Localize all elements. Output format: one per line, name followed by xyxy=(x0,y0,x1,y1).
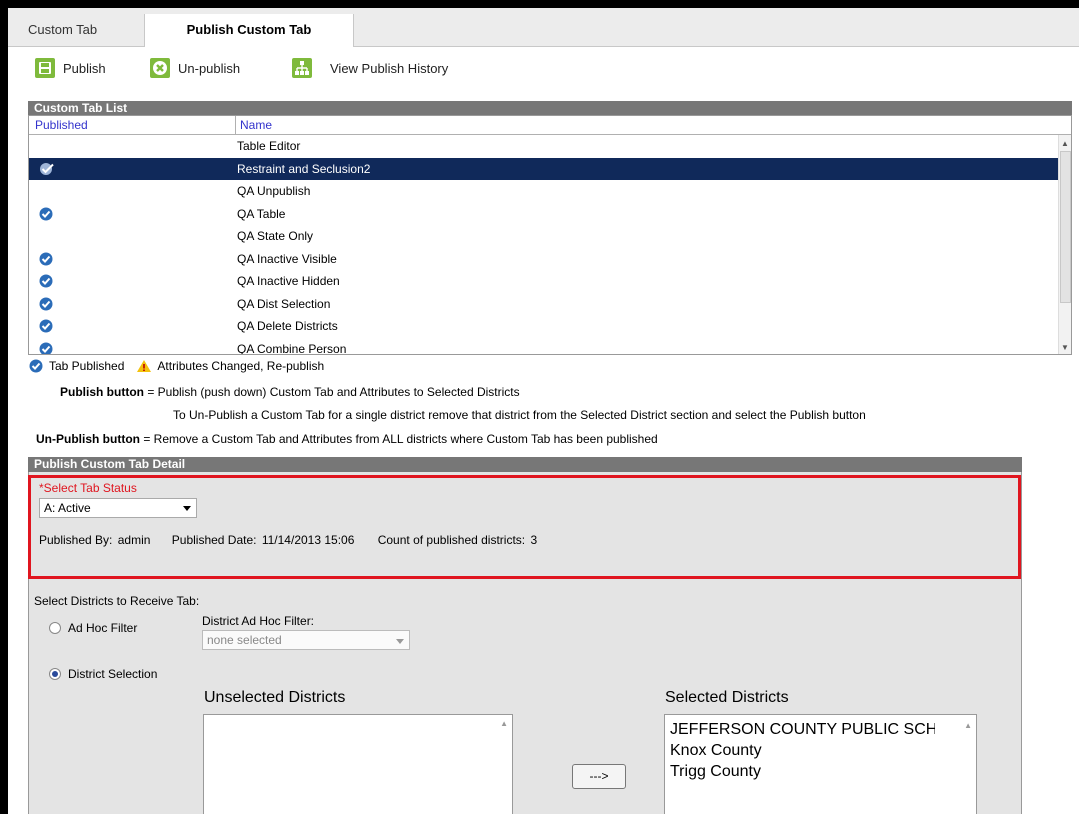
legend-tab-published: Tab Published xyxy=(49,359,125,373)
published-by-label: Published By: xyxy=(39,533,113,547)
table-row[interactable]: QA Unpublish xyxy=(29,180,1059,202)
select-districts-label: Select Districts to Receive Tab: xyxy=(34,594,200,608)
selected-districts-title: Selected Districts xyxy=(665,689,789,706)
hierarchy-icon xyxy=(292,58,312,78)
table-row[interactable]: QA Table xyxy=(29,203,1059,225)
list-rows: Table Editor Restraint and Seclusion2 QA U… xyxy=(29,135,1059,355)
district-adhoc-filter-select[interactable]: none selected xyxy=(202,630,410,650)
scroll-up-icon[interactable]: ▲ xyxy=(1061,139,1069,148)
column-name[interactable]: Name xyxy=(235,116,272,134)
published-by-value: admin xyxy=(117,533,151,547)
publish-detail-header: Publish Custom Tab Detail xyxy=(28,457,1022,472)
adhoc-filter-radio-label: Ad Hoc Filter xyxy=(68,621,138,635)
scroll-down-icon[interactable]: ▼ xyxy=(1061,343,1069,352)
adhoc-filter-radio[interactable] xyxy=(49,622,61,634)
district-adhoc-filter-label: District Ad Hoc Filter: xyxy=(202,614,315,628)
tab-status-value: A: Active xyxy=(44,501,91,515)
column-published[interactable]: Published xyxy=(35,118,88,132)
list-item[interactable]: Trigg County xyxy=(670,761,935,782)
count-published-value: 3 xyxy=(530,533,538,547)
list-item[interactable]: JEFFERSON COUNTY PUBLIC SCHOOLS xyxy=(670,719,935,740)
published-check-icon xyxy=(39,274,53,288)
chevron-down-icon xyxy=(183,506,191,511)
publish-label: Publish xyxy=(63,60,106,76)
table-row[interactable]: QA State Only xyxy=(29,225,1059,247)
highlight-box xyxy=(28,475,1021,579)
view-publish-history-label: View Publish History xyxy=(330,60,449,76)
published-check-icon xyxy=(39,207,53,221)
scroll-up-icon[interactable]: ▲ xyxy=(964,721,972,730)
help-publish-label: Publish button xyxy=(60,385,144,399)
save-icon xyxy=(35,58,55,78)
district-selection-radio-label: District Selection xyxy=(68,667,158,681)
row-name: QA Dist Selection xyxy=(237,296,331,311)
row-name: Table Editor xyxy=(237,139,301,153)
row-name: QA Unpublish xyxy=(237,184,311,198)
published-date-label: Published Date: xyxy=(171,533,257,547)
count-published-label: Count of published districts: xyxy=(377,533,526,547)
legend-attributes-changed: Attributes Changed, Re-publish xyxy=(157,359,325,373)
row-name: QA Inactive Hidden xyxy=(237,274,340,288)
unpublish-button[interactable]: Un-publish xyxy=(150,57,240,79)
check-circle-icon xyxy=(29,359,43,373)
row-name: QA State Only xyxy=(237,229,314,243)
move-right-button[interactable]: ---> xyxy=(572,764,626,789)
table-row[interactable]: QA Inactive Visible xyxy=(29,248,1059,270)
published-date-value: 11/14/2013 15:06 xyxy=(261,533,355,547)
help-unpublish-single: To Un-Publish a Custom Tab for a single … xyxy=(173,408,866,422)
app-window: Custom Tab Publish Custom Tab Publish Un… xyxy=(8,8,1079,814)
unselected-districts-title: Unselected Districts xyxy=(204,689,346,706)
scroll-up-icon[interactable]: ▲ xyxy=(500,719,508,728)
district-selection-radio[interactable] xyxy=(49,668,61,680)
list-item[interactable]: Knox County xyxy=(670,740,935,761)
scrollbar-thumb[interactable] xyxy=(1060,151,1071,303)
unselected-districts-list[interactable]: ▲ xyxy=(203,714,513,814)
help-publish: Publish button = Publish (push down) Cus… xyxy=(60,385,520,399)
table-row[interactable]: Restraint and Seclusion2 xyxy=(29,157,1059,180)
selected-districts-list[interactable]: JEFFERSON COUNTY PUBLIC SCHOOLSKnox Coun… xyxy=(664,714,977,814)
selected-districts-items: JEFFERSON COUNTY PUBLIC SCHOOLSKnox Coun… xyxy=(670,719,935,782)
help-unpublish: Un-Publish button = Remove a Custom Tab … xyxy=(36,432,658,446)
legend: Tab Published Attributes Changed, Re-pub… xyxy=(29,359,324,373)
warning-icon xyxy=(137,360,152,372)
published-info: Published By: admin Published Date: 11/1… xyxy=(39,533,537,547)
tab-status-label: *Select Tab Status xyxy=(39,481,137,495)
row-name: QA Inactive Visible xyxy=(237,251,337,266)
published-check-icon xyxy=(39,342,53,354)
help-unpublish-text: = Remove a Custom Tab and Attributes fro… xyxy=(139,432,658,446)
table-row[interactable]: QA Dist Selection xyxy=(29,293,1059,315)
tab-status-select[interactable]: A: Active xyxy=(39,498,197,518)
row-name: QA Combine Person xyxy=(237,341,347,355)
unpublish-label: Un-publish xyxy=(178,60,241,76)
row-name: QA Delete Districts xyxy=(237,319,338,333)
table-row[interactable]: QA Delete Districts xyxy=(29,315,1059,337)
cancel-icon xyxy=(150,58,170,78)
toolbar: Publish Un-publish View Publish History xyxy=(8,47,1079,91)
help-publish-text: = Publish (push down) Custom Tab and Att… xyxy=(143,385,520,399)
table-row[interactable]: QA Inactive Hidden xyxy=(29,270,1059,292)
published-check-icon xyxy=(39,297,53,311)
published-check-icon xyxy=(39,319,53,333)
published-check-icon xyxy=(39,252,53,266)
table-row[interactable]: Table Editor xyxy=(29,135,1059,157)
publish-button[interactable]: Publish xyxy=(35,57,106,79)
chevron-down-icon xyxy=(396,639,404,644)
tab-bar: Custom Tab Publish Custom Tab xyxy=(8,8,1079,47)
table-row[interactable]: QA Combine Person xyxy=(29,338,1059,355)
row-name: QA Table xyxy=(237,206,286,221)
published-check-icon xyxy=(39,162,54,176)
tab-publish-custom-tab[interactable]: Publish Custom Tab xyxy=(144,14,354,47)
view-publish-history-button[interactable]: View Publish History xyxy=(292,57,448,79)
custom-tab-list-header: Custom Tab List xyxy=(28,101,1072,115)
district-adhoc-filter-placeholder: none selected xyxy=(207,633,282,647)
help-unpublish-label: Un-Publish button xyxy=(36,432,140,446)
tab-custom-tab[interactable]: Custom Tab xyxy=(16,14,109,46)
list-scrollbar[interactable]: ▲ ▼ xyxy=(1058,135,1071,354)
list-column-header: Published Name xyxy=(29,116,1071,135)
custom-tab-list: Published Name Table Editor Restraint and… xyxy=(28,115,1072,355)
row-name: Restraint and Seclusion2 xyxy=(237,161,371,176)
